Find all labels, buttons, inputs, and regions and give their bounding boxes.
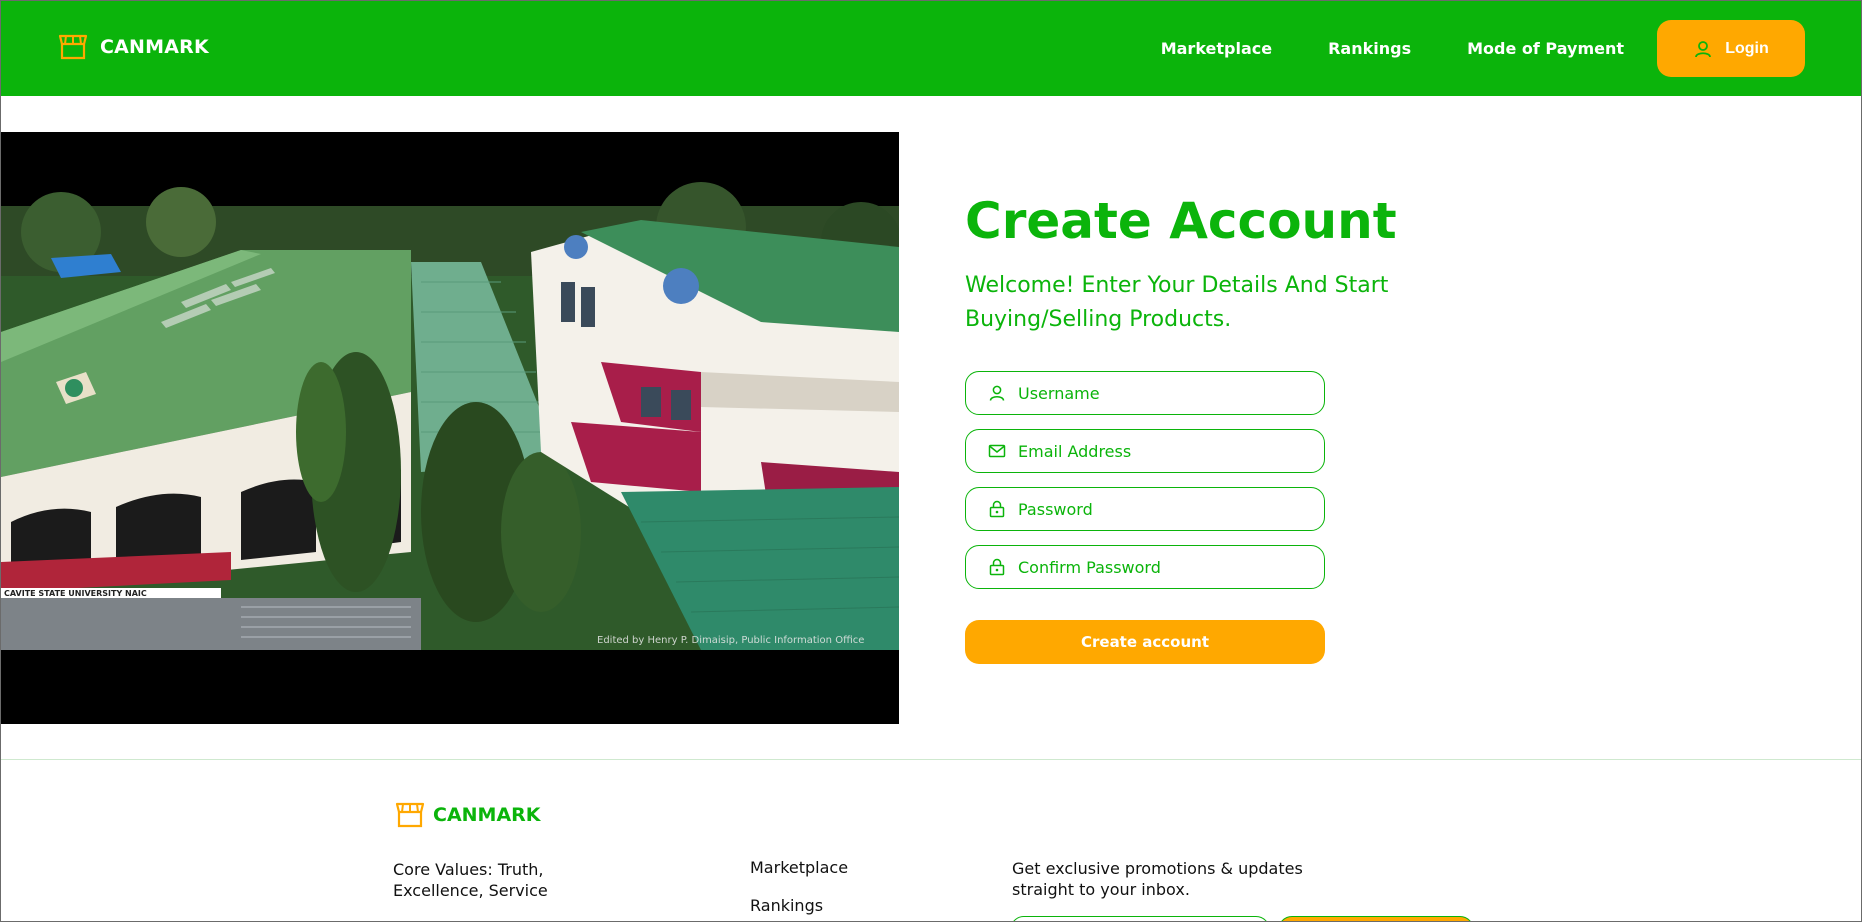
login-button[interactable]: Login [1657, 20, 1805, 77]
top-navbar: CANMARK Marketplace Rankings Mode of Pay… [1, 1, 1861, 96]
username-field[interactable] [965, 371, 1325, 415]
lock-icon [989, 558, 1005, 576]
password-field[interactable] [965, 487, 1325, 531]
nav-mode-of-payment[interactable]: Mode of Payment [1467, 39, 1624, 58]
password-input[interactable] [1018, 499, 1298, 519]
newsletter-email-input[interactable] [1010, 916, 1270, 921]
confirm-password-input[interactable] [1018, 557, 1298, 577]
footer: CANMARK Core Values: Truth, Excellence, … [1, 759, 1861, 921]
video-caption: Edited by Henry P. Dimaisip, Public Info… [597, 635, 864, 646]
create-account-form: Create Account Welcome! Enter Your Detai… [965, 191, 1565, 664]
email-input[interactable] [1018, 441, 1298, 461]
newsletter-subscribe-button[interactable] [1278, 916, 1474, 921]
footer-links: Marketplace Rankings [750, 858, 848, 921]
user-icon [1695, 40, 1712, 57]
brand-logo-link[interactable]: CANMARK [58, 34, 209, 60]
footer-brand-name: CANMARK [433, 804, 541, 826]
footer-brand-link[interactable]: CANMARK [395, 802, 541, 828]
email-field[interactable] [965, 429, 1325, 473]
shop-icon [395, 802, 425, 828]
footer-link-marketplace[interactable]: Marketplace [750, 858, 848, 877]
user-icon [989, 385, 1005, 401]
shop-icon [58, 34, 88, 60]
create-account-button[interactable]: Create account [965, 620, 1325, 664]
brand-name: CANMARK [100, 36, 209, 58]
nav-marketplace[interactable]: Marketplace [1161, 39, 1272, 58]
newsletter-text: Get exclusive promotions & updates strai… [1012, 859, 1303, 899]
signup-page: CANMARK Marketplace Rankings Mode of Pay… [0, 0, 1862, 922]
campus-aerial-image: CAVITE STATE UNIVERSITY NAIC Edited by H… [1, 132, 899, 724]
core-values: Core Values: Truth, Excellence, Service [393, 860, 548, 900]
building-sign: CAVITE STATE UNIVERSITY NAIC [4, 589, 147, 598]
username-input[interactable] [1018, 383, 1298, 403]
login-label: Login [1725, 39, 1769, 57]
lock-icon [989, 500, 1005, 518]
nav-rankings[interactable]: Rankings [1328, 39, 1411, 58]
page-subtitle: Welcome! Enter Your Details And Start Bu… [965, 273, 1389, 332]
main-nav: Marketplace Rankings Mode of Payment Log… [1161, 20, 1805, 77]
footer-link-rankings[interactable]: Rankings [750, 896, 848, 915]
confirm-password-field[interactable] [965, 545, 1325, 589]
campus-video[interactable]: CAVITE STATE UNIVERSITY NAIC Edited by H… [1, 132, 899, 724]
page-title: Create Account [965, 192, 1397, 250]
mail-icon [988, 444, 1006, 458]
